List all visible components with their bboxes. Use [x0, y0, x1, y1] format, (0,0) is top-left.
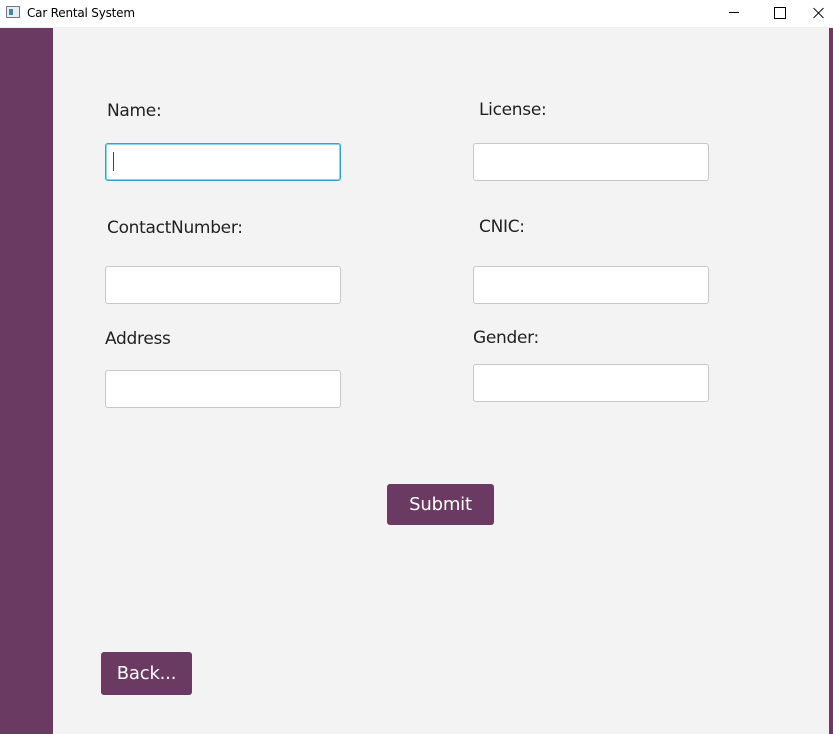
gender-label: Gender:: [473, 328, 539, 348]
name-label: Name:: [107, 101, 162, 121]
text-caret: [113, 152, 114, 171]
maximize-icon[interactable]: [757, 0, 803, 28]
license-label: License:: [479, 100, 547, 120]
license-input[interactable]: [473, 143, 709, 181]
window-title: Car Rental System: [27, 6, 135, 20]
address-label: Address: [105, 329, 171, 349]
contact-number-input[interactable]: [105, 266, 341, 304]
close-icon[interactable]: [803, 0, 833, 28]
app-icon: [6, 6, 20, 18]
cnic-input[interactable]: [473, 266, 709, 304]
name-input[interactable]: [105, 143, 341, 181]
cnic-label: CNIC:: [479, 217, 525, 237]
title-bar: Car Rental System: [0, 0, 833, 28]
minimize-icon[interactable]: [711, 0, 757, 28]
contact-number-label: ContactNumber:: [107, 218, 243, 238]
right-accent-bar: [829, 28, 833, 734]
left-accent-bar: [0, 28, 53, 734]
address-input[interactable]: [105, 370, 341, 408]
gender-input[interactable]: [473, 364, 709, 402]
submit-button[interactable]: Submit: [387, 484, 494, 525]
back-button[interactable]: Back...: [101, 652, 192, 695]
